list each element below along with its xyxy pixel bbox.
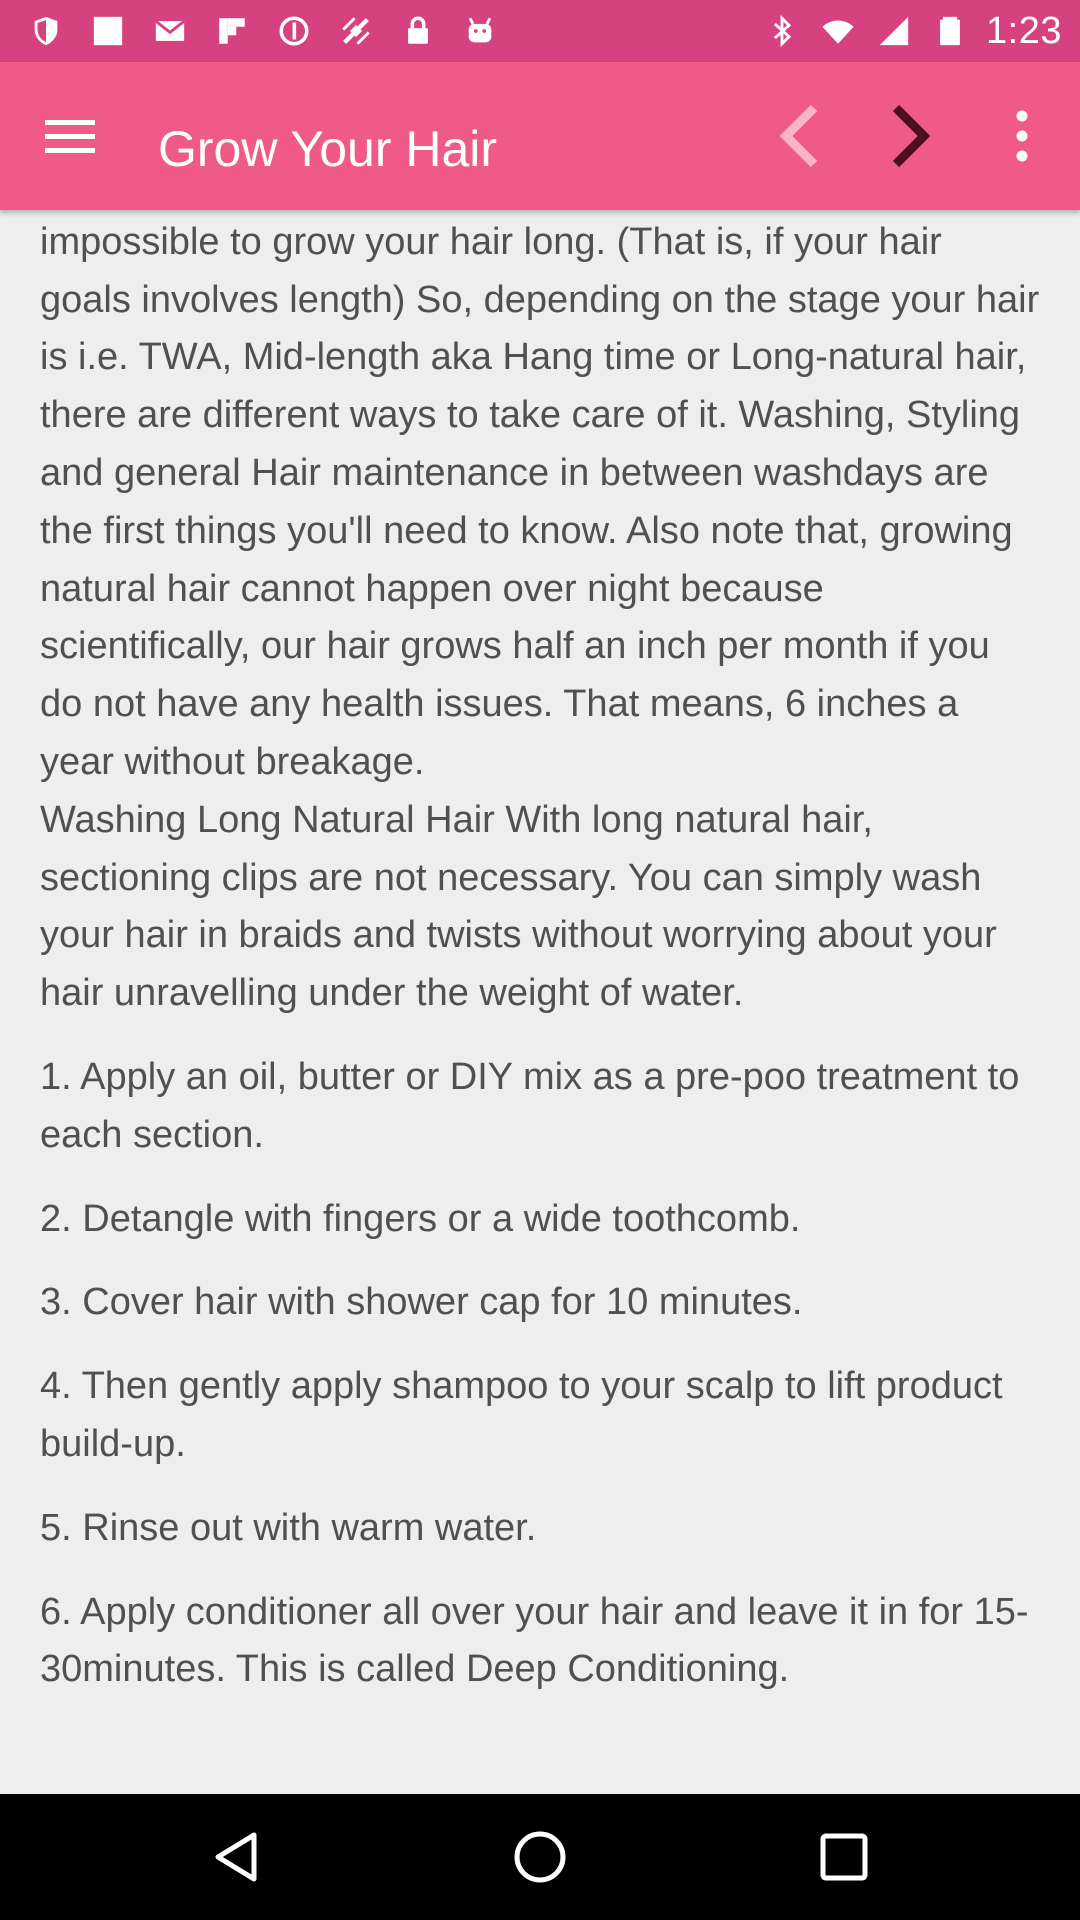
battery-icon: [930, 11, 970, 51]
system-home-button[interactable]: [500, 1817, 580, 1897]
recents-square-icon: [820, 1833, 868, 1881]
notification-icons: [26, 8, 500, 54]
article-step: 2. Detangle with fingers or a wide tooth…: [40, 1197, 801, 1240]
cellular-signal-icon: [874, 11, 914, 51]
mail-icon: [150, 11, 190, 51]
article-paragraph: Washing Long Natural Hair With long natu…: [40, 798, 997, 1015]
more-vertical-icon: [1016, 110, 1028, 162]
article-step: 1. Apply an oil, butter or DIY mix as a …: [40, 1055, 1020, 1156]
article-step: 4. Then gently apply shampoo to your sca…: [40, 1365, 1003, 1465]
overflow-menu-button[interactable]: [990, 92, 1054, 180]
system-navigation-bar: [0, 1794, 1080, 1920]
system-back-button[interactable]: [196, 1817, 276, 1897]
hamburger-menu-icon: [45, 120, 95, 153]
android-icon: [460, 11, 500, 51]
article-scroll-view[interactable]: Without a good regimen for your natural …: [0, 210, 1080, 1794]
system-icons: 1:23: [762, 8, 1062, 54]
hamburger-menu-button[interactable]: [30, 96, 110, 176]
article-step: 3. Cover hair with shower cap for 10 min…: [40, 1281, 803, 1324]
circle-info-icon: [274, 11, 314, 51]
article-body: Without a good regimen for your natural …: [40, 210, 1040, 1699]
app-title: Grow Your Hair: [158, 121, 498, 177]
wifi-icon: [818, 11, 858, 51]
status-clock: 1:23: [986, 9, 1062, 52]
blank-notification-icon: [88, 11, 128, 51]
chevron-left-icon: [779, 104, 818, 168]
flipboard-icon: [212, 11, 252, 51]
fake-gps-icon: [336, 11, 376, 51]
chevron-right-icon: [892, 104, 931, 168]
status-bar: 1:23: [0, 0, 1080, 62]
lock-icon: [398, 11, 438, 51]
article-step: 5. Rinse out with warm water.: [40, 1506, 537, 1549]
system-recents-button[interactable]: [804, 1817, 884, 1897]
article-paragraph: Without a good regimen for your natural …: [40, 220, 1040, 783]
shield-icon: [26, 11, 66, 51]
home-circle-icon: [514, 1831, 566, 1883]
next-page-button[interactable]: [866, 92, 954, 180]
back-triangle-icon: [215, 1832, 257, 1882]
article-step: 6. Apply conditioner all over your hair …: [40, 1590, 1029, 1691]
bluetooth-icon: [762, 11, 802, 51]
previous-page-button[interactable]: [756, 92, 844, 180]
app-bar: Grow Your Hair: [0, 62, 1080, 210]
